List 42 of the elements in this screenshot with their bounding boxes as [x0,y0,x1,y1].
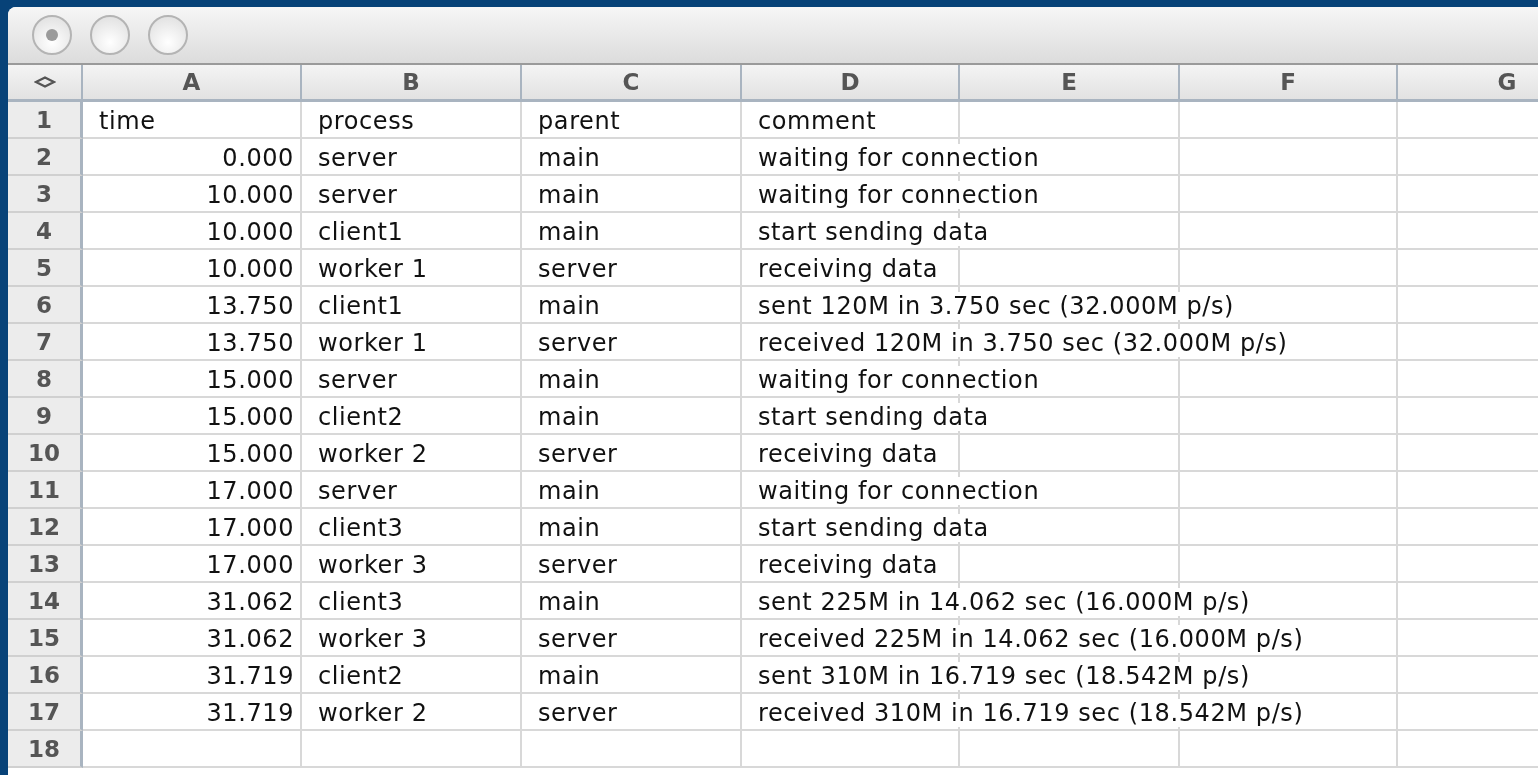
table-cell: start sending data [758,402,989,431]
table-cell: waiting for connection [758,365,1040,394]
column-header[interactable]: A [83,65,302,102]
table-cell: waiting for connection [758,180,1040,209]
row-header[interactable]: 1 [8,102,83,139]
row-header[interactable]: 8 [8,361,83,398]
column-header[interactable]: E [960,65,1180,102]
row-header[interactable]: 18 [8,731,83,768]
row-header[interactable]: 2 [8,139,83,176]
column-header[interactable]: G [1398,65,1538,102]
table-cell: start sending data [758,217,989,246]
row-header[interactable]: 7 [8,324,83,361]
row-header[interactable]: 9 [8,398,83,435]
table-cell: sent 310M in 16.719 sec (18.542M p/s) [758,661,1250,690]
table-cell: received 225M in 14.062 sec (16.000M p/s) [758,624,1304,653]
row-header[interactable]: 17 [8,694,83,731]
minimize-button[interactable] [90,15,130,55]
select-all-icon[interactable] [33,76,56,88]
table-cell: waiting for connection [758,143,1040,172]
row-header[interactable]: 10 [8,435,83,472]
table-cell: start sending data [758,513,989,542]
row-header[interactable]: 6 [8,287,83,324]
row-header[interactable]: 13 [8,546,83,583]
table-cell: sent 225M in 14.062 sec (16.000M p/s) [758,587,1250,616]
table-cell: received 120M in 3.750 sec (32.000M p/s) [758,328,1288,357]
row-header[interactable]: 11 [8,472,83,509]
row-header[interactable]: 4 [8,213,83,250]
zoom-button[interactable] [148,15,188,55]
row-header[interactable]: 16 [8,657,83,694]
row-header[interactable]: 14 [8,583,83,620]
table-cell: received 310M in 16.719 sec (18.542M p/s) [758,698,1304,727]
column-header[interactable]: B [302,65,522,102]
row-header[interactable]: 12 [8,509,83,546]
column-header[interactable]: F [1180,65,1398,102]
table-cell: waiting for connection [758,476,1040,505]
close-button[interactable] [32,15,72,55]
table-cell: sent 120M in 3.750 sec (32.000M p/s) [758,291,1235,320]
row-header[interactable]: 5 [8,250,83,287]
column-header[interactable]: D [742,65,960,102]
column-header[interactable]: C [522,65,742,102]
row-header[interactable]: 3 [8,176,83,213]
row-header[interactable]: 15 [8,620,83,657]
